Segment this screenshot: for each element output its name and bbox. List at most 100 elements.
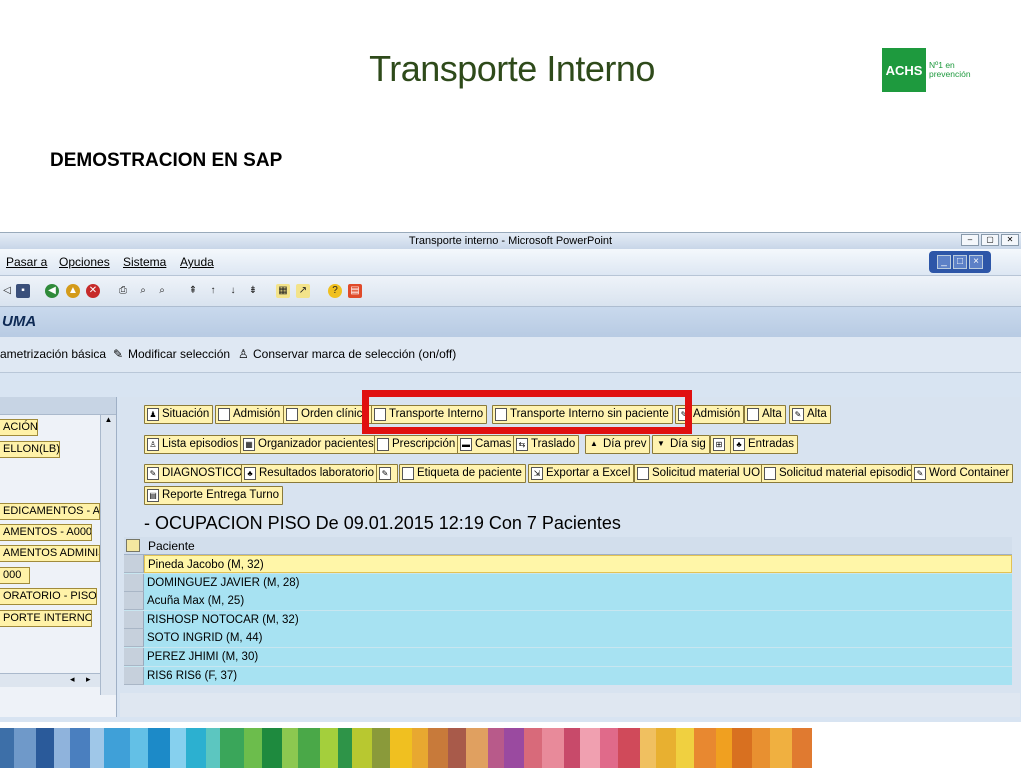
left-item[interactable]: ELLON(LB) <box>0 441 60 458</box>
basic-parameters-button[interactable]: ametrización básica <box>0 347 106 361</box>
button-label: Admisión <box>693 408 741 420</box>
sap-minimize-icon[interactable]: _ <box>937 255 951 269</box>
exportar-excel-button[interactable]: ⇲ Exportar a Excel <box>528 464 635 483</box>
traslado-button[interactable]: ⇆ Traslado <box>513 435 580 454</box>
table-row[interactable]: DOMINGUEZ JAVIER (M, 28) <box>124 573 1012 593</box>
entradas-button[interactable]: ♣ Entradas <box>730 435 799 454</box>
scroll-up-icon[interactable]: ▲ <box>101 415 116 424</box>
patient-cell[interactable]: RISHOSP NOTOCAR (M, 32) <box>144 610 1012 629</box>
next-page-icon[interactable]: ↓ <box>226 284 240 298</box>
table-row[interactable]: Acuña Max (M, 25) <box>124 592 1012 611</box>
reporte-entrega-turno-button[interactable]: ▤ Reporte Entrega Turno <box>144 486 283 505</box>
document-icon <box>402 467 414 480</box>
camas-button[interactable]: ▬ Camas <box>457 435 516 454</box>
dia-sig-button[interactable]: ▼ Día sig <box>652 435 710 454</box>
save-icon[interactable]: ▪ <box>16 284 30 298</box>
minimize-icon[interactable]: ‒ <box>961 234 979 246</box>
help-icon[interactable]: ? <box>328 284 342 298</box>
maximize-icon[interactable]: ▢ <box>981 234 999 246</box>
person-icon: ♙ <box>147 438 159 451</box>
row-selector[interactable] <box>124 610 144 629</box>
orden-clinica-button[interactable]: Orden clínica <box>283 405 373 424</box>
left-item[interactable]: AMENTOS - A000 <box>0 524 92 541</box>
row-selector[interactable] <box>124 647 144 666</box>
button-label: Traslado <box>531 438 576 450</box>
solicitud-material-episodio-button[interactable]: Solicitud material episodio <box>761 464 917 483</box>
new-session-icon[interactable]: ▦ <box>276 284 290 298</box>
table-header: Paciente <box>124 537 1012 555</box>
shortcut-icon[interactable]: ↗ <box>296 284 310 298</box>
patient-cell[interactable]: DOMINGUEZ JAVIER (M, 28) <box>144 573 1012 592</box>
back-arrow-icon[interactable]: ◁ <box>0 284 14 298</box>
solicitud-material-uo-button[interactable]: Solicitud material UO <box>634 464 765 483</box>
menu-bar: Pasar a Opciones Sistema Ayuda _ □ × <box>0 249 1021 275</box>
organizer-icon: ▦ <box>243 438 255 451</box>
menu-sistema[interactable]: Sistema <box>123 255 166 269</box>
alta-edit-button[interactable]: ✎ Alta <box>789 405 831 424</box>
back-icon[interactable]: ◀ <box>45 284 59 298</box>
exit-icon[interactable]: ▲ <box>66 284 80 298</box>
situacion-button[interactable]: ♟ Situación <box>144 405 214 424</box>
row-selector[interactable] <box>124 629 144 648</box>
admision-button[interactable]: Admisión <box>215 405 285 424</box>
menu-opciones[interactable]: Opciones <box>59 255 110 269</box>
left-pane-scrollbar[interactable]: ▲ <box>100 415 116 695</box>
resultados-laboratorio-button[interactable]: ♣ Resultados laboratorio <box>241 464 379 483</box>
patient-cell[interactable]: Pineda Jacobo (M, 32) <box>144 555 1012 573</box>
patient-cell[interactable]: SOTO INGRID (M, 44) <box>144 629 1012 648</box>
sap-maximize-icon[interactable]: □ <box>953 255 967 269</box>
patient-cell[interactable]: Acuña Max (M, 25) <box>144 592 1012 611</box>
table-row[interactable]: SOTO INGRID (M, 44) <box>124 629 1012 648</box>
achs-logo: ACHS Nº1 en prevención <box>882 48 979 92</box>
left-item[interactable]: PORTE INTERNO <box>0 610 92 627</box>
table-row[interactable]: Pineda Jacobo (M, 32) <box>124 555 1012 574</box>
first-page-icon[interactable]: ⇞ <box>186 284 200 298</box>
diagnostico-button[interactable]: ✎ DIAGNOSTICO <box>144 464 247 483</box>
cancel-icon[interactable]: ✕ <box>86 284 100 298</box>
scroll-right-icon[interactable]: ▸ <box>86 674 91 685</box>
print-icon[interactable]: ⎙ <box>116 284 130 298</box>
sap-close-icon[interactable]: × <box>969 255 983 269</box>
find-icon[interactable]: ⌕ <box>136 284 150 298</box>
table-row[interactable]: RISHOSP NOTOCAR (M, 32) <box>124 610 1012 630</box>
find-next-icon[interactable]: ⌕ <box>155 284 169 298</box>
layout-icon[interactable]: ▤ <box>348 284 362 298</box>
patient-cell[interactable]: RIS6 RIS6 (F, 37) <box>144 666 1012 685</box>
table-row[interactable]: RIS6 RIS6 (F, 37) <box>124 666 1012 686</box>
dia-prev-button[interactable]: ▲ Día prev <box>585 435 651 454</box>
scroll-left-icon[interactable]: ◂ <box>70 674 75 685</box>
edit-document-button[interactable]: ✎ <box>376 464 398 483</box>
close-icon[interactable]: ✕ <box>1001 234 1019 246</box>
left-item[interactable]: ORATORIO - PISO <box>0 588 97 605</box>
left-item[interactable]: AMENTOS ADMINIST <box>0 545 100 562</box>
table-settings-icon[interactable] <box>126 539 140 552</box>
row-selector[interactable] <box>124 666 144 685</box>
left-item[interactable]: 000 <box>0 567 30 584</box>
hierarchy-button[interactable]: ⊞ <box>710 435 732 454</box>
left-item[interactable]: ACIÓN <box>0 419 38 436</box>
left-item[interactable]: EDICAMENTOS - A00 <box>0 503 100 520</box>
button-label: Camas <box>475 438 512 450</box>
row-selector[interactable] <box>124 592 144 611</box>
prescripcion-button[interactable]: Prescripción <box>374 435 460 454</box>
menu-pasar-a[interactable]: Pasar a <box>6 255 47 269</box>
row-selector[interactable] <box>124 573 144 592</box>
main-pane: ♟ Situación Admisión Orden clínica Transp… <box>120 397 1020 717</box>
row-selector[interactable] <box>124 555 144 573</box>
last-page-icon[interactable]: ⇟ <box>246 284 260 298</box>
etiqueta-paciente-button[interactable]: Etiqueta de paciente <box>399 464 526 483</box>
word-container-button[interactable]: ✎ Word Container <box>911 464 1014 483</box>
left-pane-hscrollbar[interactable]: ◂ ▸ <box>0 673 100 687</box>
pin-icon: ♙ <box>238 347 249 361</box>
menu-ayuda[interactable]: Ayuda <box>180 255 214 269</box>
modify-selection-button[interactable]: Modificar selección <box>128 347 230 361</box>
keep-selection-button[interactable]: Conservar marca de selección (on/off) <box>253 347 456 361</box>
alta-button[interactable]: Alta <box>744 405 786 424</box>
lista-episodios-button[interactable]: ♙ Lista episodios <box>144 435 243 454</box>
column-header-paciente[interactable]: Paciente <box>148 539 195 553</box>
group-icon: ♣ <box>244 467 256 480</box>
patient-cell[interactable]: PEREZ JHIMI (M, 30) <box>144 647 1012 666</box>
table-row[interactable]: PEREZ JHIMI (M, 30) <box>124 647 1012 667</box>
previous-page-icon[interactable]: ↑ <box>206 284 220 298</box>
organizador-pacientes-button[interactable]: ▦ Organizador pacientes <box>240 435 378 454</box>
